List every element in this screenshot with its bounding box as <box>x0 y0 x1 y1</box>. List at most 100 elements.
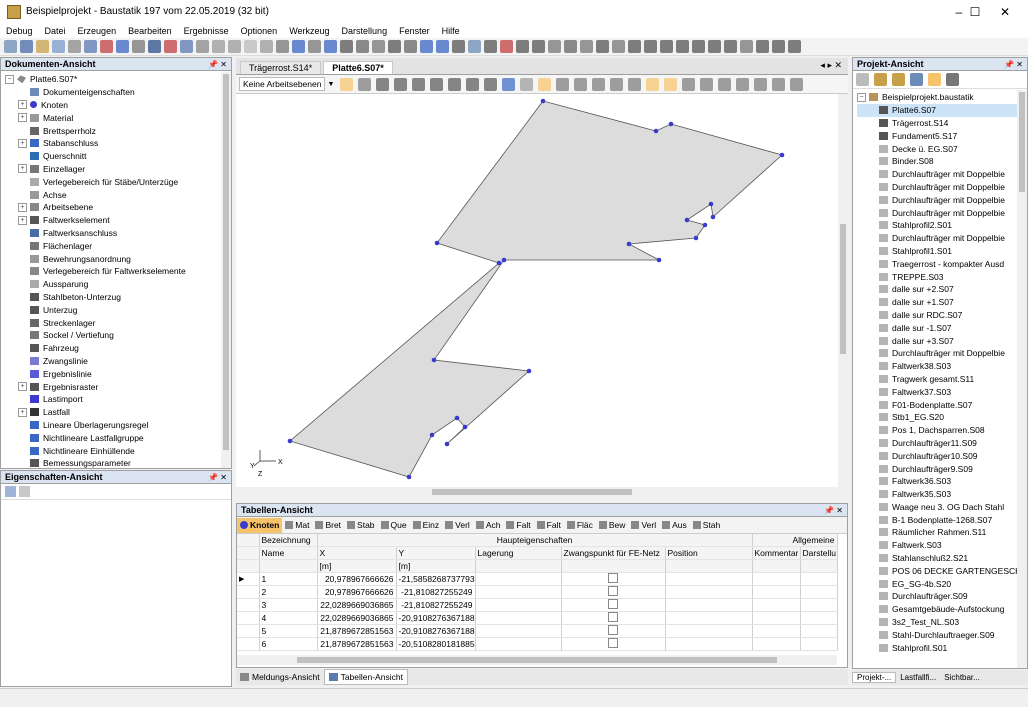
project-item[interactable]: Durchlaufträger mit Doppelbie <box>857 193 1027 206</box>
cell-zwangspunkt[interactable] <box>561 637 666 651</box>
node-marker[interactable] <box>434 240 440 246</box>
col-kommentar[interactable]: Kommentar <box>752 546 801 560</box>
project-item[interactable]: Durchlaufträger.S09 <box>857 590 1027 603</box>
project-item[interactable]: Durchlaufträger mit Doppelbie <box>857 232 1027 245</box>
cell-y[interactable]: -21,810827255249 <box>396 598 476 612</box>
col-zwangspunkt[interactable]: Zwangspunkt für FE-Netz <box>561 546 666 560</box>
view-tool-icon[interactable] <box>664 77 678 91</box>
toolbar-button-icon[interactable] <box>468 40 481 53</box>
project-item[interactable]: EG_SG-4b.S20 <box>857 577 1027 590</box>
cell-position[interactable] <box>665 624 753 638</box>
checkbox[interactable] <box>608 573 618 583</box>
toolbar-button-icon[interactable] <box>324 40 337 53</box>
toolbar-button-icon[interactable] <box>580 40 593 53</box>
menu-ergebnisse[interactable]: Ergebnisse <box>178 26 235 36</box>
project-item[interactable]: Durchlaufträger mit Doppelbie <box>857 181 1027 194</box>
tree-item[interactable]: Lineare Überlagerungsregel <box>5 419 231 432</box>
table-tab[interactable]: Falt <box>534 518 564 533</box>
project-item[interactable]: dalle sur -1.S07 <box>857 321 1027 334</box>
tree-item[interactable]: + Einzellager <box>5 163 231 176</box>
tree-item[interactable]: + Ergebnisraster <box>5 380 231 393</box>
tree-item[interactable]: Bemessungsparameter <box>5 457 231 470</box>
project-item[interactable]: Durchlaufträger10.S09 <box>857 449 1027 462</box>
canvas-hscroll-thumb[interactable] <box>432 489 632 495</box>
cell-name[interactable]: 4 <box>259 611 318 625</box>
drawing-canvas[interactable]: X Y Z <box>236 94 838 487</box>
view-tool-icon[interactable] <box>412 77 426 91</box>
toolbar-button-icon[interactable] <box>756 40 769 53</box>
cell-x[interactable]: 21,8789672851563 <box>317 624 397 638</box>
cell-lagerung[interactable] <box>475 585 562 599</box>
toolbar-button-icon[interactable] <box>676 40 689 53</box>
node-marker[interactable] <box>708 201 714 207</box>
cell-y[interactable]: -21,5858268737793 <box>396 572 476 586</box>
toolbar-button-icon[interactable] <box>628 40 641 53</box>
toolbar-button-icon[interactable] <box>260 40 273 53</box>
workplane-dropdown[interactable]: Keine Arbeitsebenen <box>239 77 326 91</box>
toolbar-button-icon[interactable] <box>500 40 513 53</box>
tree-item[interactable]: Stahlbeton-Unterzug <box>5 291 231 304</box>
toolbar-button-icon[interactable] <box>20 40 33 53</box>
project-item[interactable]: dalle sur +2.S07 <box>857 283 1027 296</box>
cell-x[interactable]: 20,978967666626 <box>317 572 397 586</box>
project-item[interactable]: Durchlaufträger mit Doppelbie <box>857 206 1027 219</box>
cell-lagerung[interactable] <box>475 624 562 638</box>
sort-az-icon[interactable] <box>19 486 30 497</box>
cell-position[interactable] <box>665 637 753 651</box>
toolbar-button-icon[interactable] <box>196 40 209 53</box>
menu-darstellung[interactable]: Darstellung <box>336 26 394 36</box>
table-row[interactable]: ▶ 1 20,978967666626 -21,5858268737793 <box>237 572 838 586</box>
tab-tabellen-ansicht[interactable]: Tabellen-Ansicht <box>323 669 408 685</box>
project-scroll-thumb[interactable] <box>1019 92 1025 192</box>
expand-icon[interactable]: + <box>18 138 27 148</box>
project-item[interactable]: Durchlaufträger mit Doppelbie <box>857 168 1027 181</box>
chevron-down-icon[interactable]: ▼ <box>327 81 334 88</box>
node-marker[interactable] <box>656 257 662 263</box>
table-row[interactable]: 5 21,8789672851563 -20,9108276367188 <box>237 624 838 638</box>
view-tool-icon[interactable] <box>700 77 714 91</box>
expand-icon[interactable]: + <box>18 164 27 174</box>
node-marker[interactable] <box>454 415 460 421</box>
project-item[interactable]: Gesamtgebäude-Aufstockung <box>857 603 1027 616</box>
project-item[interactable]: Binder.S08 <box>857 155 1027 168</box>
view-tool-icon[interactable] <box>430 77 444 91</box>
row-indicator[interactable] <box>237 611 260 625</box>
tree-item[interactable]: + Faltwerkselement <box>5 214 231 227</box>
tree-item[interactable]: Verlegebereich für Stäbe/Unterzüge <box>5 175 231 188</box>
plate-outline[interactable] <box>289 100 783 478</box>
project-item[interactable]: Räumlicher Rahmen.S11 <box>857 526 1027 539</box>
table-tab[interactable]: Aus <box>659 518 690 533</box>
tree-item[interactable]: Ergebnislinie <box>5 367 231 380</box>
cell-darstellung[interactable] <box>800 572 838 586</box>
project-tool-icon[interactable] <box>874 73 887 86</box>
document-scrollbar[interactable] <box>221 72 231 468</box>
toolbar-button-icon[interactable] <box>372 40 385 53</box>
node-marker[interactable] <box>702 222 708 228</box>
cell-darstellung[interactable] <box>800 624 838 638</box>
table-row[interactable]: 2 20,978967666626 -21,810827255249 <box>237 585 838 599</box>
checkbox[interactable] <box>608 612 618 622</box>
cell-zwangspunkt[interactable] <box>561 572 666 586</box>
project-item[interactable]: Stahlprofil1.S01 <box>857 245 1027 258</box>
table-tab[interactable]: Stah <box>690 518 724 533</box>
menu-werkzeug[interactable]: Werkzeug <box>283 26 335 36</box>
project-item[interactable]: Fundament5.S17 <box>857 129 1027 142</box>
cell-kommentar[interactable] <box>752 611 801 625</box>
cell-name[interactable]: 1 <box>259 572 318 586</box>
view-tool-icon[interactable] <box>556 77 570 91</box>
menu-erzeugen[interactable]: Erzeugen <box>72 26 123 36</box>
cell-y[interactable]: -21,810827255249 <box>396 585 476 599</box>
toolbar-button-icon[interactable] <box>244 40 257 53</box>
categorized-icon[interactable] <box>5 486 16 497</box>
checkbox[interactable] <box>608 638 618 648</box>
tree-item[interactable]: Flächenlager <box>5 239 231 252</box>
toolbar-button-icon[interactable] <box>116 40 129 53</box>
expand-icon[interactable]: + <box>18 382 27 392</box>
canvas-vscroll-thumb[interactable] <box>840 224 846 354</box>
expand-icon[interactable]: + <box>18 100 27 110</box>
tab-platte6[interactable]: Platte6.S07* <box>323 61 393 74</box>
node-marker[interactable] <box>668 121 674 127</box>
project-item[interactable]: Decke ü. EG.S07 <box>857 142 1027 155</box>
node-marker[interactable] <box>462 424 468 430</box>
col-x[interactable]: X <box>317 546 397 560</box>
